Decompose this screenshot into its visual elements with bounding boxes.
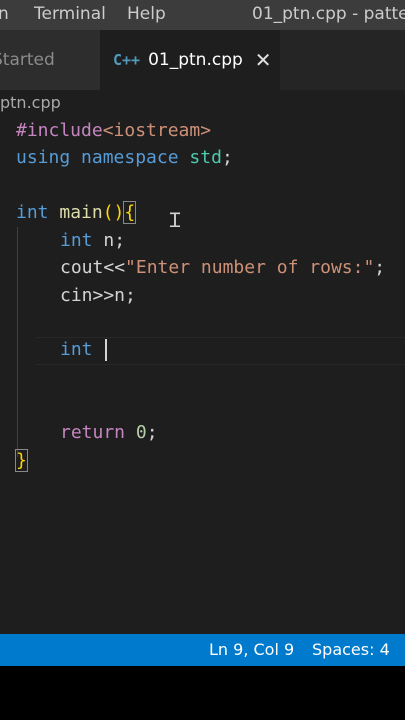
line-rest	[93, 339, 104, 360]
status-bar: Ln 9, Col 9 Spaces: 4	[0, 634, 405, 666]
editor-tab-strip: Started C++ 01_ptn.cpp ✕	[0, 30, 405, 90]
type-int: int	[60, 230, 93, 251]
menu-bar: n Terminal Help 01_ptn.cpp - pattern	[0, 0, 405, 30]
code-editor[interactable]: #include<iostream> using namespace std; …	[0, 116, 405, 634]
code-line-1: #include<iostream>	[16, 117, 211, 144]
menu-item-help[interactable]: Help	[127, 4, 166, 24]
type-int: int	[16, 202, 49, 223]
code-line-5: int n;	[60, 227, 125, 254]
cpp-file-icon: C++	[113, 51, 141, 69]
include-header: <iostream>	[102, 120, 212, 141]
semicolon: ;	[374, 257, 386, 278]
string-literal: "Enter number of rows:"	[125, 257, 375, 278]
tab-getting-started[interactable]: Started	[0, 30, 100, 90]
code-line-6: cout<<"Enter number of rows:";	[60, 254, 385, 281]
code-line-9: int	[60, 336, 108, 363]
namespace-std: std	[189, 147, 222, 168]
code-line-12: }	[15, 447, 28, 474]
keyword-return: return	[60, 422, 126, 443]
status-cursor-position[interactable]: Ln 9, Col 9	[209, 640, 294, 659]
operator-insert: <<	[103, 257, 126, 278]
cin-statement: cin>>n;	[60, 285, 136, 306]
bottom-bar	[0, 666, 405, 720]
window-title: 01_ptn.cpp - pattern	[252, 4, 405, 24]
code-line-7: cin>>n;	[60, 282, 136, 309]
indent-guide	[17, 227, 18, 457]
keyword-using: using	[16, 147, 71, 168]
semicolon: ;	[146, 422, 158, 443]
breadcrumb-file[interactable]: ptn.cpp	[0, 93, 61, 112]
function-main: main	[59, 202, 103, 223]
tab-label: Started	[0, 50, 55, 70]
text-cursor	[105, 339, 108, 361]
keyword-namespace: namespace	[81, 147, 179, 168]
tab-label: 01_ptn.cpp	[148, 50, 243, 70]
status-indentation[interactable]: Spaces: 4	[312, 640, 390, 659]
code-line-2: using namespace std;	[16, 144, 233, 171]
close-icon[interactable]: ✕	[255, 48, 272, 72]
mouse-ibeam-cursor-icon: Ｉ	[165, 208, 185, 232]
include-directive: #include	[16, 120, 103, 141]
close-brace: }	[15, 449, 28, 472]
menu-item-run[interactable]: n	[0, 4, 9, 24]
breadcrumb[interactable]: ptn.cpp	[0, 90, 405, 116]
type-int: int	[60, 339, 93, 360]
code-line-4: int main(){	[16, 199, 137, 226]
open-brace: {	[123, 201, 137, 224]
number-zero: 0	[135, 422, 147, 443]
declaration-n: n;	[92, 230, 126, 251]
menu-item-terminal[interactable]: Terminal	[34, 4, 106, 24]
semicolon: ;	[221, 147, 233, 168]
ident-cout: cout	[60, 257, 104, 278]
code-line-11: return 0;	[60, 419, 158, 446]
parens: ()	[102, 202, 125, 223]
tab-01-ptn-cpp[interactable]: C++ 01_ptn.cpp ✕	[100, 30, 280, 90]
